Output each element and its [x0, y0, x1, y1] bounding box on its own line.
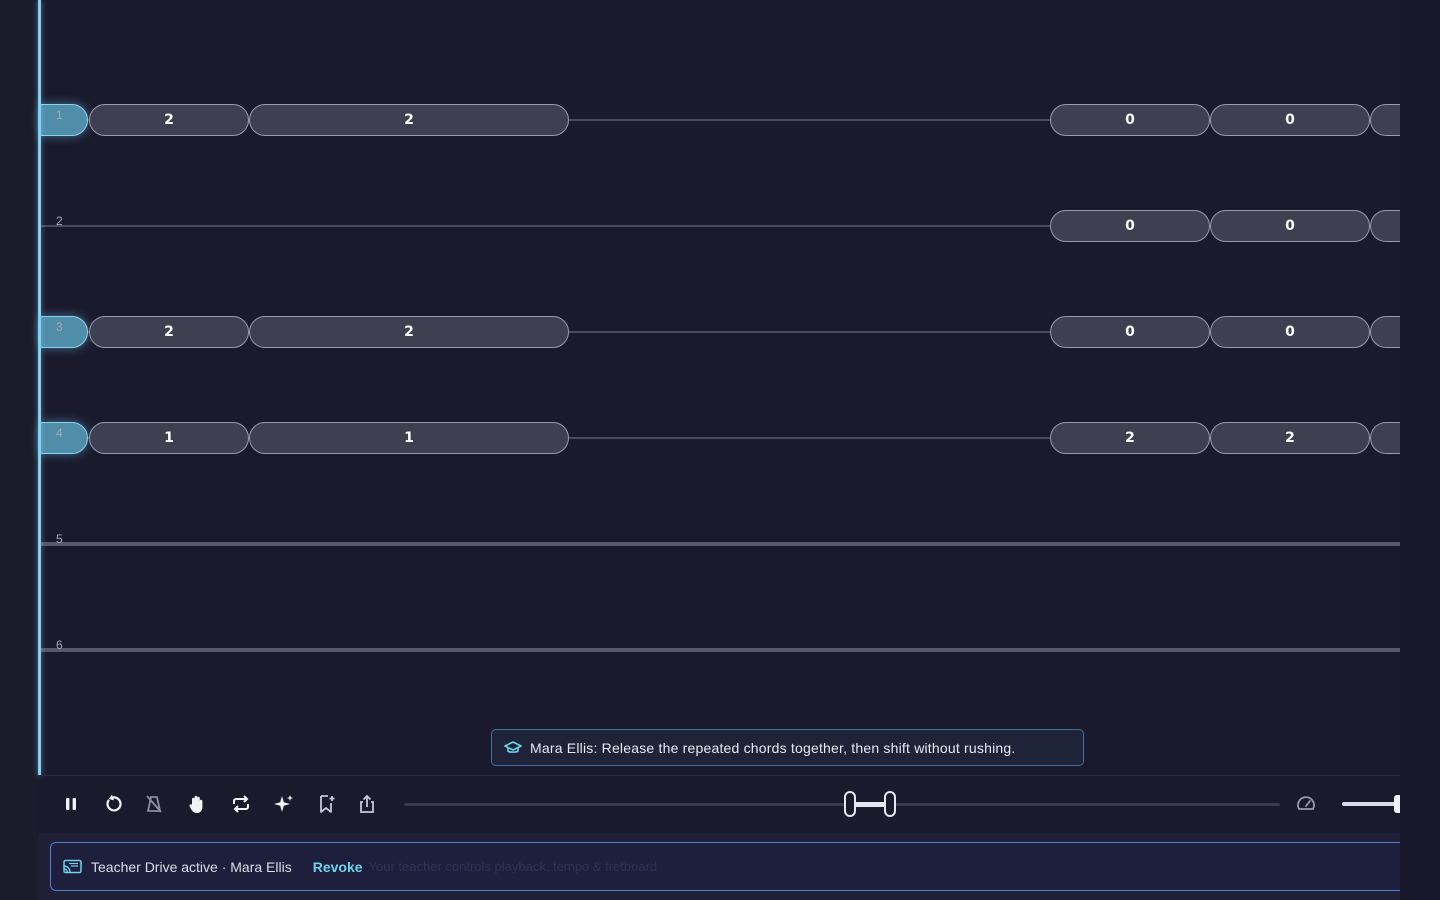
teacher-tip-text: Mara Ellis: Release the repeated chords … — [530, 739, 1016, 756]
loop-end-handle[interactable] — [884, 791, 896, 817]
revoke-button[interactable]: Revoke — [313, 859, 363, 875]
note-chip-partial[interactable] — [1370, 104, 1400, 136]
teacher-tip: Mara Ellis: Release the repeated chords … — [491, 729, 1084, 766]
toolbar-divider — [41, 775, 1400, 776]
hand-icon — [189, 795, 203, 813]
note-chip[interactable]: 0 — [1210, 316, 1370, 348]
sparkle-icon — [274, 795, 293, 812]
string-line-6 — [41, 648, 1400, 652]
left-gutter — [0, 0, 38, 900]
note-chip[interactable]: 0 — [1050, 104, 1210, 136]
string-label-2: 2 — [56, 214, 63, 228]
note-chip[interactable]: 2 — [89, 316, 249, 348]
loop-start-handle[interactable] — [844, 791, 856, 817]
speed-button[interactable] — [1292, 790, 1320, 818]
note-chip[interactable]: 0 — [1210, 104, 1370, 136]
string-label-5: 5 — [56, 532, 63, 546]
timeline-track[interactable] — [404, 803, 1280, 806]
right-gutter — [1400, 0, 1440, 900]
hand-tool-button[interactable] — [183, 790, 211, 818]
loop-icon — [233, 795, 249, 813]
teacher-drive-banner: Teacher Drive active · Mara Ellis Revoke… — [50, 842, 1400, 891]
pause-button[interactable] — [57, 790, 85, 818]
share-button[interactable] — [353, 790, 381, 818]
bookmark-button[interactable] — [312, 790, 340, 818]
note-chip-partial[interactable] — [1370, 422, 1400, 454]
playhead[interactable] — [38, 0, 41, 775]
restart-icon — [106, 794, 122, 812]
string-active-marker-4 — [40, 422, 88, 454]
loop-button[interactable] — [227, 790, 255, 818]
note-chip[interactable]: 2 — [1050, 422, 1210, 454]
pause-icon — [66, 798, 76, 810]
string-active-marker-1 — [40, 104, 88, 136]
note-chip[interactable]: 1 — [249, 422, 569, 454]
string-label-6: 6 — [56, 638, 63, 652]
metronome-toggle[interactable] — [140, 790, 168, 818]
string-active-marker-3 — [40, 316, 88, 348]
note-chip[interactable]: 2 — [249, 316, 569, 348]
string-label-4: 4 — [56, 426, 63, 440]
share-icon — [360, 794, 374, 813]
note-chip[interactable]: 2 — [89, 104, 249, 136]
banner-ghost-text: Your teacher controls playback, tempo & … — [368, 859, 658, 874]
note-chip[interactable]: 0 — [1050, 210, 1210, 242]
note-chip[interactable]: 0 — [1210, 210, 1370, 242]
restart-button[interactable] — [99, 790, 127, 818]
note-chip[interactable]: 2 — [1210, 422, 1370, 454]
string-label-1: 1 — [56, 108, 63, 122]
note-chip-partial[interactable] — [1370, 316, 1400, 348]
note-chip[interactable]: 1 — [89, 422, 249, 454]
graduation-cap-icon — [504, 740, 522, 753]
string-line-5 — [41, 542, 1400, 546]
note-chip[interactable]: 2 — [249, 104, 569, 136]
speed-gauge-icon — [1297, 796, 1315, 810]
metronome-off-icon — [146, 795, 162, 813]
speed-slider-thumb[interactable] — [1394, 795, 1400, 813]
note-chip-partial[interactable] — [1370, 210, 1400, 242]
bookmark-add-icon — [320, 795, 335, 813]
cast-icon — [63, 859, 82, 873]
loop-range-bar[interactable] — [856, 802, 886, 807]
string-label-3: 3 — [56, 320, 63, 334]
ai-assist-button[interactable] — [270, 790, 298, 818]
note-chip[interactable]: 0 — [1050, 316, 1210, 348]
teacher-drive-status: Teacher Drive active · Mara Ellis — [91, 858, 292, 875]
speed-slider-track[interactable] — [1342, 802, 1400, 806]
